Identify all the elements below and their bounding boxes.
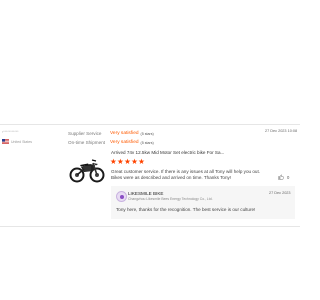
review-top-divider xyxy=(0,124,300,125)
us-flag-icon xyxy=(2,139,9,144)
buyer-country-name: United States xyxy=(11,139,33,144)
reply-text: Tony here, thanks for the recognition. T… xyxy=(116,207,256,212)
electric-dirt-bike-image xyxy=(68,149,106,187)
review-text: Great customer service. If there is any … xyxy=(111,169,261,180)
shop-logo-icon xyxy=(116,191,127,202)
rating-label: On-time Shipment xyxy=(68,140,106,145)
review-bottom-divider xyxy=(0,226,300,227)
thumbs-up-icon xyxy=(278,174,284,180)
rating-supplier-service: Supplier Service Very satisfied (5 stars… xyxy=(68,129,154,138)
review-date: 27 Dec 2023 10:08 xyxy=(265,129,298,133)
reply-shop-name: LIKESMILE BIKE xyxy=(128,191,164,196)
rating-count: (5 stars) xyxy=(140,131,154,136)
star-icon: ★ xyxy=(138,157,145,166)
rating-value: Very satisfied xyxy=(110,140,139,145)
rating-value: Very satisfied xyxy=(110,131,139,136)
seller-reply: LIKESMILE BIKE Changzhou Likesmile Bees … xyxy=(111,186,295,219)
rating-label: Supplier Service xyxy=(68,131,102,136)
buyer-info: r*********** United States xyxy=(2,130,60,144)
rating-count: (5 stars) xyxy=(140,140,154,145)
product-title-link[interactable]: Arrived 74v 12.5kw Mid Motor Set electri… xyxy=(111,150,224,155)
helpful-button[interactable]: 0 xyxy=(278,174,289,180)
reply-company-name: Changzhou Likesmile Bees Energy Technolo… xyxy=(128,197,213,201)
star-icon: ★ xyxy=(117,157,124,166)
helpful-count: 0 xyxy=(287,174,290,180)
review-stars: ★ ★ ★ ★ ★ xyxy=(110,157,145,166)
buyer-country: United States xyxy=(2,139,60,144)
star-icon: ★ xyxy=(110,157,117,166)
product-image[interactable] xyxy=(68,149,106,187)
rating-on-time-shipment: On-time Shipment Very satisfied (5 stars… xyxy=(68,138,154,147)
buyer-name: r*********** xyxy=(2,130,19,134)
star-icon: ★ xyxy=(124,157,131,166)
ratings-block: Supplier Service Very satisfied (5 stars… xyxy=(68,129,154,147)
reply-date: 27 Dec 2023 xyxy=(269,191,291,195)
star-icon: ★ xyxy=(131,157,138,166)
